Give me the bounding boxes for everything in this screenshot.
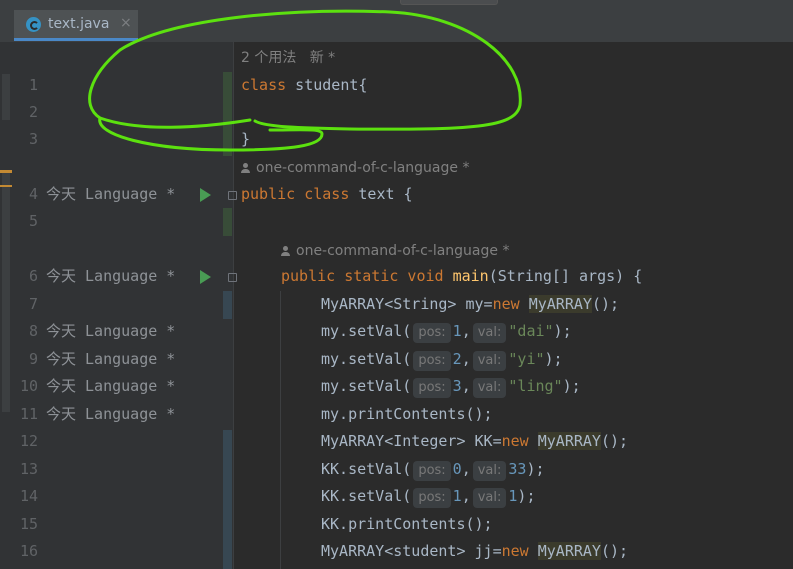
annotation-stroke: [88, 9, 522, 131]
annotation-stroke: [98, 116, 324, 152]
annotation-circle: [88, 9, 522, 152]
